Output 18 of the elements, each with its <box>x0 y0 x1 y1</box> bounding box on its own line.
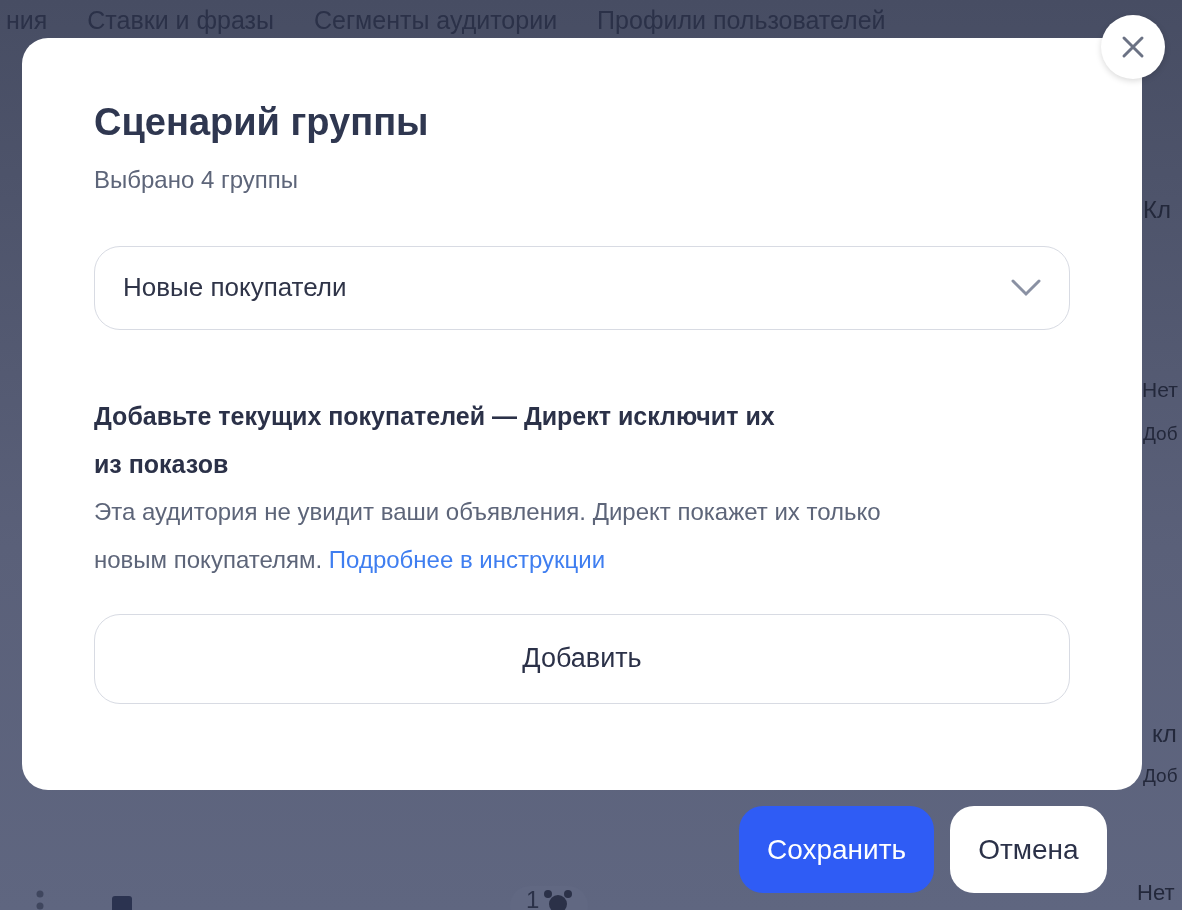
hint-heading: Добавьте текущих покупателей — Директ исключит их из показов <box>94 400 776 480</box>
table-text: Доб <box>1143 764 1178 787</box>
table-text: Нет <box>1137 880 1175 906</box>
table-text: Нет <box>1142 377 1178 402</box>
table-text: Доб <box>1143 422 1178 445</box>
square-icon <box>112 896 132 910</box>
counter-value: 1 <box>526 886 540 910</box>
close-icon <box>1121 35 1145 59</box>
chevron-icon <box>1011 278 1041 297</box>
dialog-title: Сценарий группы <box>94 100 430 145</box>
save-button[interactable]: Сохранить <box>739 806 935 893</box>
add-button[interactable]: Добавить <box>94 613 1070 704</box>
cancel-button[interactable]: Отмена <box>950 806 1107 893</box>
instructions-link[interactable]: Подробнее в инструкции <box>328 545 606 573</box>
table-text: кл <box>1152 720 1177 748</box>
hint-text: Эта аудитория не увидит ваши объявления. Директ покажет их только новым покупателям. Подробнее в инструкции <box>94 496 882 575</box>
dialog-subtitle: Выбрано 4 группы <box>94 165 300 194</box>
scenario-dropdown[interactable]: Новые покупатели <box>94 245 1070 330</box>
